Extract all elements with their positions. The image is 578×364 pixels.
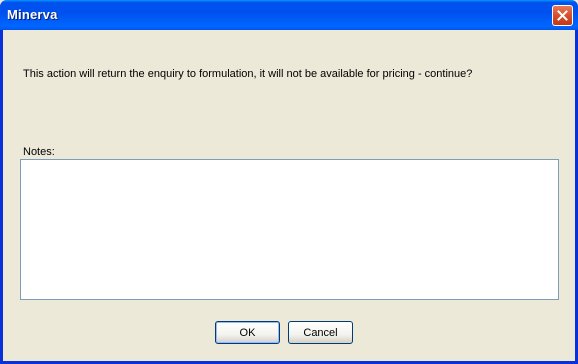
close-button[interactable] — [552, 5, 573, 26]
dialog-window: Minerva This action will return the enqu… — [0, 0, 578, 364]
confirmation-message: This action will return the enquiry to f… — [23, 68, 473, 80]
notes-input[interactable] — [20, 159, 559, 300]
window-title: Minerva — [7, 7, 58, 22]
cancel-button[interactable]: Cancel — [288, 321, 353, 344]
notes-label: Notes: — [23, 146, 55, 158]
title-bar[interactable]: Minerva — [0, 0, 578, 30]
close-icon — [557, 10, 568, 21]
ok-button[interactable]: OK — [215, 321, 280, 344]
